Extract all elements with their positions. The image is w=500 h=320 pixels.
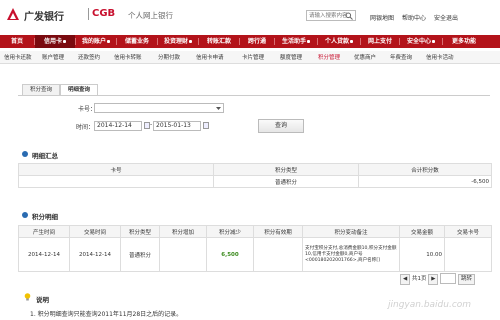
- nav-item-personal-loan[interactable]: 个人贷款: [318, 35, 360, 48]
- section-bullet-icon: [22, 151, 28, 157]
- subnav-item-account-mgmt[interactable]: 账户管理: [42, 53, 64, 61]
- detail-cell-type: 普通积分: [120, 237, 160, 272]
- summary-col-card: 卡号: [18, 163, 214, 176]
- summary-cell-card: [18, 175, 214, 188]
- lightbulb-icon: [24, 293, 31, 301]
- nav-item-home[interactable]: 首页: [0, 35, 34, 48]
- subnav-item-installment[interactable]: 分期付款: [158, 53, 180, 61]
- detail-col-increase: 积分增加: [159, 225, 207, 238]
- table-row: 2014-12-14 2014-12-14 普通积分 6,500 支付宝积分支付…: [18, 237, 492, 272]
- subnav-item-annual-fee[interactable]: 年费查询: [390, 53, 412, 61]
- bank-subtitle: 个人网上银行: [128, 11, 173, 20]
- subnav-item-card-activities[interactable]: 信用卡活动: [426, 53, 454, 61]
- subnav-item-card-mgmt[interactable]: 卡片管理: [242, 53, 264, 61]
- help-center-link[interactable]: 帮助中心: [402, 15, 426, 22]
- cgb-logo-icon: [7, 8, 19, 20]
- nav-item-online-payment[interactable]: 网上支付: [361, 35, 399, 48]
- bank-code: CGB: [92, 8, 116, 19]
- nav-item-savings[interactable]: 储蓄业务: [117, 35, 157, 48]
- detail-col-type: 积分类型: [120, 225, 160, 238]
- summary-col-total: 合计积分数: [358, 163, 492, 176]
- bank-name: 广发银行: [24, 12, 64, 23]
- summary-title: 明细汇总: [32, 152, 58, 160]
- main-nav: 首页 信用卡 我的账户 储蓄业务 投资理财 转账汇款 跨行通 生活助手 个人贷款…: [0, 35, 500, 48]
- detail-cell-expiry: [253, 237, 303, 272]
- detail-cell-decrease: 6,500: [206, 237, 254, 272]
- nav-item-credit-card[interactable]: 信用卡: [35, 35, 75, 48]
- subnav-item-limit-mgmt[interactable]: 额度管理: [280, 53, 302, 61]
- subnav-item-repay-contract[interactable]: 还款签约: [78, 53, 100, 61]
- detail-col-expiry: 积分有效期: [253, 225, 303, 238]
- sub-nav: 信用卡还款 账户管理 还款签约 信用卡转账 分期付款 信用卡申请 卡片管理 额度…: [0, 51, 500, 64]
- chevron-down-icon: [216, 107, 221, 110]
- notes-line-1: 1. 积分明细查询只能查询2011年11月28日之后的记录。: [30, 311, 183, 318]
- table-row: 普通积分 -6,500: [18, 175, 492, 188]
- date-range-dash: -: [150, 121, 153, 128]
- search-icon[interactable]: [345, 12, 353, 20]
- subnav-item-card-apply[interactable]: 信用卡申请: [196, 53, 224, 61]
- nav-item-investment[interactable]: 投资理财: [158, 35, 198, 48]
- page-go-button[interactable]: 跳转: [457, 274, 475, 285]
- subnav-item-points-mgmt[interactable]: 积分管理: [318, 53, 340, 61]
- site-map-link[interactable]: 网银地图: [370, 15, 394, 22]
- page-next-button[interactable]: ▶: [428, 274, 439, 285]
- detail-col-decrease: 积分减少: [206, 225, 254, 238]
- top-links: 网银地图 帮助中心 安全退出: [370, 13, 466, 22]
- detail-col-remark: 积分变动备注: [302, 225, 400, 238]
- summary-cell-total: -6,500: [358, 175, 492, 188]
- nav-item-life-assistant[interactable]: 生活助手: [275, 35, 317, 48]
- subnav-item-repayment[interactable]: 信用卡还款: [4, 53, 32, 61]
- logout-link[interactable]: 安全退出: [434, 15, 458, 22]
- nav-item-interbank[interactable]: 跨行通: [240, 35, 274, 48]
- detail-cell-amount: 10.00: [399, 237, 445, 272]
- pagination: ◀ 共1页 ▶ 跳转: [400, 273, 475, 285]
- subnav-item-card-transfer[interactable]: 信用卡转账: [114, 53, 142, 61]
- subnav-item-merchant-offers[interactable]: 优惠商户: [354, 53, 376, 61]
- detail-table: 产生时间 交易时间 积分类型 积分增加 积分减少 积分有效期 积分变动备注 交易…: [18, 225, 492, 272]
- card-number-select[interactable]: [94, 103, 224, 113]
- notes-title: 说明: [36, 296, 49, 304]
- date-to-input[interactable]: 2015-01-13: [153, 121, 201, 131]
- watermark-text: jingyan.baidu.com: [388, 300, 472, 310]
- tab-underline: [18, 95, 490, 96]
- nav-item-transfer[interactable]: 转账汇款: [199, 35, 239, 48]
- detail-col-trade-time: 交易时间: [69, 225, 121, 238]
- detail-title: 积分明细: [32, 213, 58, 221]
- nav-item-more[interactable]: 更多功能: [443, 35, 485, 48]
- detail-cell-trade-time: 2014-12-14: [69, 237, 121, 272]
- detail-cell-increase: [159, 237, 207, 272]
- nav-item-security-center[interactable]: 安全中心: [400, 35, 442, 48]
- detail-cell-remark: 支付宝积分支付,总消费金额10,积分支付金额10,信用卡支付金额0,商户号<00…: [302, 237, 400, 272]
- detail-cell-card-no: [444, 237, 492, 272]
- summary-col-type: 积分类型: [213, 163, 359, 176]
- calendar-icon[interactable]: [203, 122, 209, 129]
- detail-cell-produce-time: 2014-12-14: [18, 237, 70, 272]
- time-label: 时间：: [76, 124, 95, 131]
- logo-divider: [88, 8, 89, 20]
- date-from-input[interactable]: 2014-12-14: [94, 121, 142, 131]
- query-button[interactable]: 查询: [258, 119, 304, 133]
- page-number-input[interactable]: [440, 273, 457, 284]
- page-prev-button[interactable]: ◀: [400, 274, 411, 285]
- detail-col-amount: 交易金额: [399, 225, 445, 238]
- section-bullet-icon: [22, 212, 28, 218]
- detail-col-card-no: 交易卡号: [444, 225, 492, 238]
- summary-table: 卡号 积分类型 合计积分数 普通积分 -6,500: [18, 163, 492, 188]
- page-count-text: 共1页: [411, 276, 427, 282]
- detail-col-produce-time: 产生时间: [18, 225, 70, 238]
- nav-item-my-account[interactable]: 我的账户: [76, 35, 116, 48]
- summary-cell-type: 普通积分: [213, 175, 359, 188]
